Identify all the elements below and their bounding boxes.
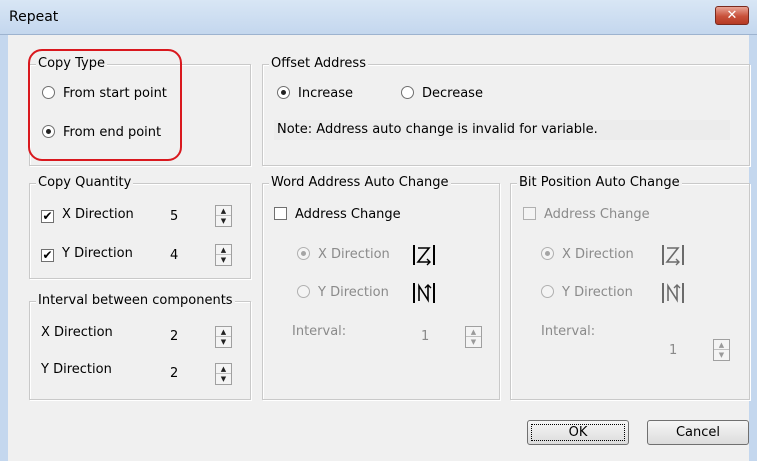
- cancel-button-label: Cancel: [675, 425, 721, 440]
- spin-down-arrow-icon[interactable]: ▼: [714, 350, 729, 360]
- focus-rect: [531, 424, 625, 441]
- radio-icon: [297, 285, 310, 298]
- close-icon: ✕: [726, 8, 738, 23]
- radio-checked-icon: [277, 86, 290, 99]
- bit-address-change-checkbox[interactable]: Address Change: [523, 206, 650, 224]
- copy-quantity-x-label: X Direction: [62, 207, 134, 222]
- cancel-button[interactable]: Cancel: [647, 420, 749, 445]
- interval-components-group: Interval between components: [29, 293, 251, 400]
- offset-address-group: Offset Address: [262, 56, 750, 166]
- spin-up-arrow-icon[interactable]: ▲: [466, 327, 481, 337]
- word-y-direction-radio[interactable]: Y Direction: [297, 284, 389, 302]
- offset-decrease-label: Decrease: [422, 86, 483, 101]
- ok-button[interactable]: OK: [527, 420, 629, 445]
- spin-up-arrow-icon[interactable]: ▲: [216, 364, 231, 374]
- window-title: Repeat: [9, 9, 59, 25]
- spin-down-arrow-icon[interactable]: ▼: [216, 216, 231, 226]
- checkbox-checked-icon: ✔: [41, 248, 54, 262]
- word-interval-spinner[interactable]: ▲ ▼: [465, 326, 482, 348]
- radio-icon: [541, 285, 554, 298]
- title-bar: Repeat ✕: [0, 0, 757, 35]
- word-address-label: Word Address Auto Change: [269, 175, 451, 191]
- bit-address-change-label: Address Change: [544, 207, 650, 222]
- bit-y-direction-label: Y Direction: [562, 285, 633, 300]
- spin-down-arrow-icon[interactable]: ▼: [216, 255, 231, 265]
- copy-quantity-y-value[interactable]: 4: [167, 245, 203, 267]
- copy-quantity-x-checkbox[interactable]: ✔ X Direction: [41, 206, 134, 224]
- annotation-highlight: [28, 49, 182, 161]
- copy-quantity-label: Copy Quantity: [36, 175, 134, 191]
- checkbox-icon: [523, 207, 536, 220]
- bit-x-direction-label: X Direction: [562, 247, 634, 262]
- radio-checked-icon: [297, 247, 310, 260]
- interval-y-spinner[interactable]: ▲ ▼: [215, 363, 232, 385]
- bit-y-direction-radio[interactable]: Y Direction: [541, 284, 633, 302]
- bit-interval-value[interactable]: 1: [666, 340, 702, 362]
- interval-x-spinner[interactable]: ▲ ▼: [215, 326, 232, 348]
- word-x-direction-label: X Direction: [318, 247, 390, 262]
- bit-position-label: Bit Position Auto Change: [517, 175, 682, 191]
- bit-interval-label: Interval:: [541, 324, 596, 339]
- z-order-direction-icon: [413, 245, 435, 266]
- interval-y-value[interactable]: 2: [167, 363, 203, 385]
- interval-x-label: X Direction: [41, 325, 113, 340]
- spin-down-arrow-icon[interactable]: ▼: [466, 337, 481, 347]
- copy-quantity-y-label: Y Direction: [62, 246, 133, 261]
- copy-quantity-x-spinner[interactable]: ▲ ▼: [215, 205, 232, 227]
- close-button[interactable]: ✕: [715, 6, 749, 25]
- interval-x-value[interactable]: 2: [167, 326, 203, 348]
- word-interval-value[interactable]: 1: [418, 326, 454, 348]
- offset-increase-radio[interactable]: Increase: [277, 85, 353, 103]
- bit-interval-spinner[interactable]: ▲ ▼: [713, 339, 730, 361]
- bit-x-direction-radio[interactable]: X Direction: [541, 246, 634, 264]
- word-address-change-checkbox[interactable]: Address Change: [274, 206, 401, 224]
- spin-up-arrow-icon[interactable]: ▲: [714, 340, 729, 350]
- word-y-direction-label: Y Direction: [318, 285, 389, 300]
- spin-down-arrow-icon[interactable]: ▼: [216, 337, 231, 347]
- z-order-direction-icon: [662, 245, 684, 266]
- interval-components-label: Interval between components: [36, 293, 235, 309]
- n-order-direction-icon: [413, 283, 435, 303]
- spin-up-arrow-icon[interactable]: ▲: [216, 245, 231, 255]
- spin-down-arrow-icon[interactable]: ▼: [216, 374, 231, 384]
- offset-decrease-radio[interactable]: Decrease: [401, 85, 483, 103]
- window-frame-left: [0, 35, 8, 461]
- word-x-direction-radio[interactable]: X Direction: [297, 246, 390, 264]
- radio-icon: [401, 86, 414, 99]
- checkbox-checked-icon: ✔: [41, 209, 54, 223]
- copy-quantity-y-spinner[interactable]: ▲ ▼: [215, 244, 232, 266]
- interval-y-label: Y Direction: [41, 362, 112, 377]
- word-interval-label: Interval:: [292, 324, 347, 339]
- offset-address-label: Offset Address: [269, 56, 368, 72]
- window-frame-right: [749, 35, 757, 461]
- spin-up-arrow-icon[interactable]: ▲: [216, 206, 231, 216]
- word-address-change-label: Address Change: [295, 207, 401, 222]
- offset-note: Note: Address auto change is invalid for…: [277, 122, 598, 137]
- checkbox-icon: [274, 207, 287, 220]
- radio-checked-icon: [541, 247, 554, 260]
- spin-up-arrow-icon[interactable]: ▲: [216, 327, 231, 337]
- copy-quantity-y-checkbox[interactable]: ✔ Y Direction: [41, 245, 133, 263]
- n-order-direction-icon: [662, 283, 684, 303]
- offset-increase-label: Increase: [298, 86, 354, 101]
- copy-quantity-x-value[interactable]: 5: [167, 206, 203, 228]
